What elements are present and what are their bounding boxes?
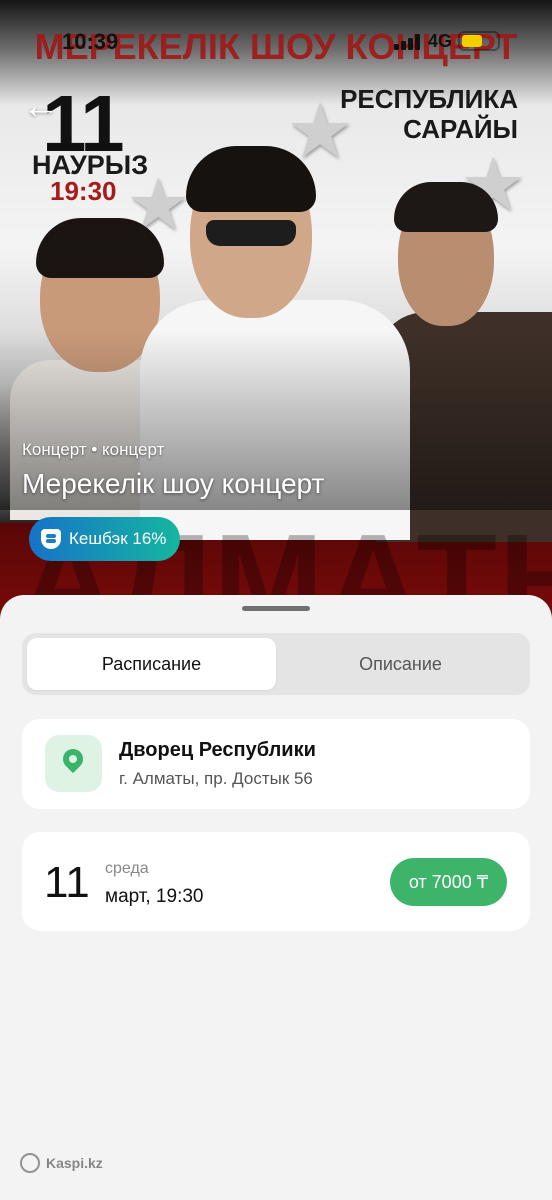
poster-time: 19:30 bbox=[50, 176, 117, 206]
event-title: Мерекелік шоу концерт bbox=[22, 468, 325, 499]
poster-venue: РЕСПУБЛИКА САРАЙЫ bbox=[340, 84, 518, 144]
battery-icon bbox=[458, 31, 500, 51]
cashback-label: Кешбэк 16% bbox=[69, 529, 167, 548]
buy-ticket-button[interactable]: от 7000 ₸ bbox=[390, 858, 507, 906]
status-time: 10:39 bbox=[62, 29, 119, 54]
poster-venue-line: РЕСПУБЛИКА bbox=[340, 84, 518, 114]
tab-description[interactable]: Описание bbox=[276, 638, 525, 690]
signal-icon bbox=[394, 34, 420, 50]
tab-schedule[interactable]: Расписание bbox=[27, 638, 276, 690]
venue-address: г. Алматы, пр. Достык 56 bbox=[119, 769, 313, 788]
session-card: 11 среда март, 19:30 от 7000 ₸ bbox=[22, 832, 530, 931]
session-date-time: март, 19:30 bbox=[105, 886, 204, 907]
event-category: Концерт • концерт bbox=[22, 440, 165, 459]
cashback-badge: Кешбэк 16% bbox=[29, 517, 181, 561]
venue-card[interactable]: Дворец Республики г. Алматы, пр. Достык … bbox=[22, 719, 530, 809]
sheet-handle[interactable] bbox=[242, 606, 310, 611]
status-bar: 10:39 4G bbox=[0, 0, 552, 80]
event-header: Концерт • концерт Мерекелік шоу концерт bbox=[22, 440, 324, 500]
event-poster: МЕРЕКЕЛІК ШОУ КОНЦЕРТ ★ ★ ★ 11 НАУРЫЗ 19… bbox=[0, 0, 552, 620]
venue-name: Дворец Республики bbox=[119, 739, 316, 761]
session-day: 11 bbox=[44, 858, 90, 907]
tab-bar: Расписание Описание bbox=[22, 633, 530, 695]
watermark-text: Kaspi.kz bbox=[46, 1155, 103, 1171]
session-weekday: среда bbox=[105, 860, 149, 877]
bottom-sheet: Расписание Описание Дворец Республики г.… bbox=[0, 595, 552, 1200]
network-type: 4G bbox=[428, 31, 453, 51]
cashback-icon bbox=[41, 529, 61, 549]
kaspi-logo-icon bbox=[20, 1153, 40, 1173]
watermark: Kaspi.kz bbox=[20, 1153, 103, 1173]
poster-venue-line: САРАЙЫ bbox=[403, 114, 518, 144]
back-arrow-icon[interactable]: ← bbox=[22, 87, 62, 128]
location-pin-icon bbox=[45, 735, 102, 792]
